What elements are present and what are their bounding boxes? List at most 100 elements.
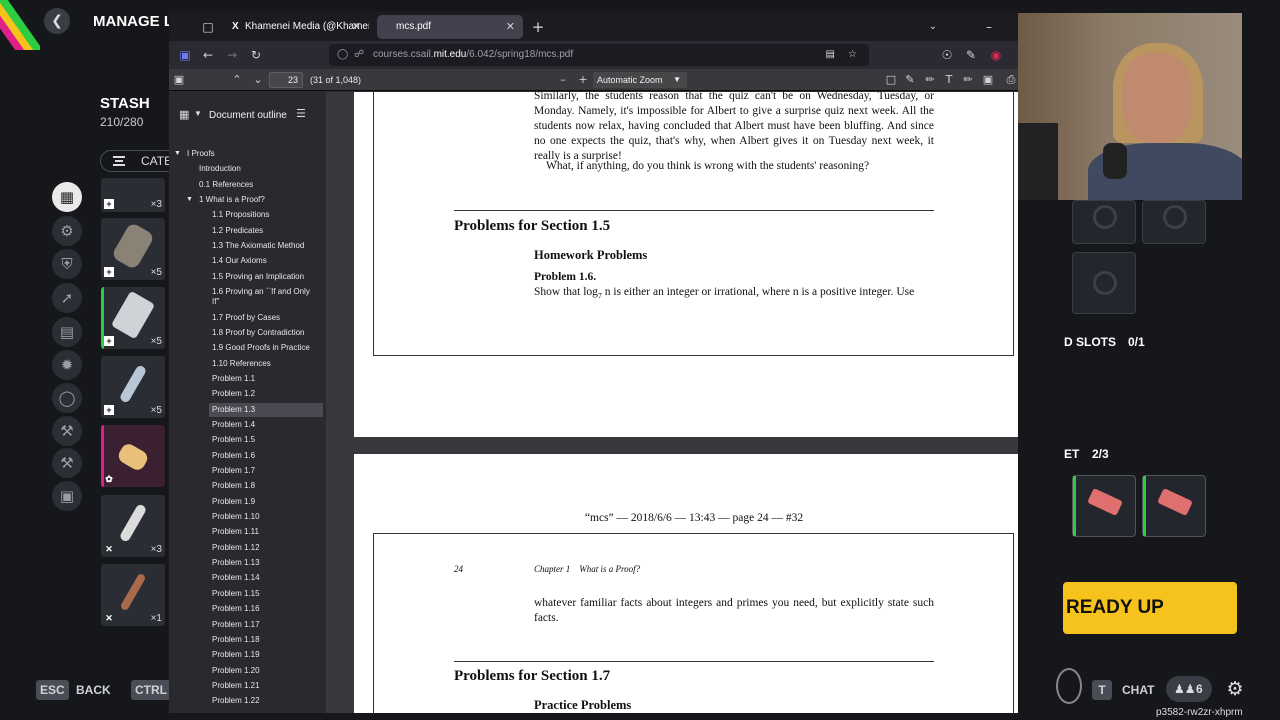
zoom-select[interactable]: Automatic Zoom ▼ — [593, 72, 687, 88]
shield-icon[interactable]: ⛨ — [52, 249, 82, 279]
tab-mcs-pdf[interactable]: mcs.pdf ✕ — [377, 15, 523, 39]
outline-item[interactable]: 1.8 Proof by Contradiction — [209, 326, 323, 340]
print-icon[interactable]: ⎙ — [1002, 69, 1018, 91]
stash-slot[interactable]: + ×5 — [101, 218, 165, 280]
outline-item[interactable]: Problem 1.8 — [209, 479, 323, 493]
outline-item[interactable]: 1.3 The Axiomatic Method — [209, 239, 323, 253]
expand-arrow-icon[interactable]: ▼ — [174, 150, 181, 157]
grid-view-icon[interactable]: ▦ — [179, 108, 189, 121]
toggle-sidebar-icon[interactable]: ▣ — [170, 69, 188, 91]
extensions-icon[interactable]: ✎ — [959, 43, 983, 67]
settings-gear-icon[interactable]: ⚙ — [1222, 676, 1248, 702]
tab-khamenei[interactable]: X Khamenei Media (@Khamenei_ ✕ — [227, 15, 369, 39]
stash-slot[interactable]: ✿ — [101, 425, 165, 487]
outline-item[interactable]: Problem 1.14 — [209, 571, 323, 585]
text-icon[interactable]: T — [940, 69, 958, 91]
close-tab-icon[interactable]: ✕ — [352, 15, 361, 39]
outline-item[interactable]: Problem 1.18 — [209, 633, 323, 647]
outline-item[interactable]: 1 What is a Proof? — [196, 193, 323, 207]
url-bar[interactable]: ◯ ☍ courses.csail.mit.edu/6.042/spring18… — [329, 44, 869, 66]
account-icon[interactable]: ☉ — [935, 43, 959, 67]
party-button[interactable]: ♟♟ 6 — [1166, 676, 1212, 702]
image-icon[interactable]: ▣ — [979, 69, 997, 91]
ublock-icon[interactable]: ◉ — [984, 43, 1008, 67]
outline-item[interactable]: Problem 1.22 — [209, 694, 323, 708]
comment-icon[interactable]: □ — [882, 69, 900, 91]
chevron-down-icon[interactable]: ▼ — [194, 109, 202, 118]
stash-slot[interactable]: ✕ ×3 — [101, 495, 165, 557]
category-filter[interactable]: CATE — [100, 150, 180, 172]
equip-slot[interactable] — [1142, 200, 1206, 244]
stash-slot[interactable]: + ×3 — [101, 178, 165, 212]
filter-icon[interactable]: ☰ — [296, 107, 306, 120]
equip-slot[interactable] — [1142, 475, 1206, 537]
weapon-icon[interactable]: ➚ — [52, 283, 82, 313]
ready-up-button[interactable]: READY UP — [1063, 582, 1237, 634]
outline-item[interactable]: Problem 1.9 — [209, 495, 323, 509]
stash-slot[interactable]: ✕ ×1 — [101, 564, 165, 626]
outline-item[interactable]: Problem 1.16 — [209, 602, 323, 616]
book-icon[interactable]: ▤ — [52, 317, 82, 347]
sidebar-toggle-icon[interactable]: ▣ — [173, 43, 197, 67]
chevron-down-icon[interactable]: ⌄ — [921, 15, 945, 39]
new-tab-icon[interactable]: + — [526, 15, 550, 39]
draw-icon[interactable]: ✏ — [921, 69, 939, 91]
zoom-out-icon[interactable]: – — [554, 69, 572, 91]
tool-icon[interactable]: ⚒ — [52, 416, 82, 446]
next-page-icon[interactable]: ⌄ — [249, 69, 267, 91]
wrench-icon[interactable]: ⚒ — [52, 448, 82, 478]
outline-item[interactable]: Problem 1.20 — [209, 664, 323, 678]
back-button[interactable]: BACK — [76, 683, 111, 697]
ammo-icon[interactable]: ⚙ — [52, 216, 82, 246]
outline-item[interactable]: 1.7 Proof by Cases — [209, 311, 323, 325]
outline-item[interactable]: 1.9 Good Proofs in Practice — [209, 341, 323, 355]
outline-item[interactable]: Problem 1.10 — [209, 510, 323, 524]
outline-item[interactable]: 1.1 Propositions — [209, 208, 323, 222]
ring-icon[interactable]: ◯ — [52, 383, 82, 413]
reader-view-icon[interactable]: ▤ — [826, 44, 835, 66]
outline-item[interactable]: 0.1 References — [196, 178, 323, 192]
box-icon[interactable]: ▣ — [52, 481, 82, 511]
outline-item[interactable]: Problem 1.7 — [209, 464, 323, 478]
outline-item[interactable]: Introduction — [196, 162, 323, 176]
outline-item[interactable]: Problem 1.1 — [209, 372, 323, 386]
outline-item[interactable]: 1.5 Proving an Implication — [209, 270, 323, 284]
zoom-in-icon[interactable]: + — [574, 69, 592, 91]
outline-item[interactable]: Problem 1.15 — [209, 587, 323, 601]
back-icon[interactable]: ← — [196, 43, 220, 67]
reload-icon[interactable]: ↻ — [244, 43, 268, 67]
outline-item[interactable]: Problem 1.19 — [209, 648, 323, 662]
expand-arrow-icon[interactable]: ▼ — [186, 196, 193, 203]
outline-item[interactable]: Problem 1.21 — [209, 679, 323, 693]
previous-page-icon[interactable]: ⌃ — [228, 69, 246, 91]
outline-item[interactable]: 1.10 References — [209, 357, 323, 371]
outline-item[interactable]: Problem 1.12 — [209, 541, 323, 555]
outline-item[interactable]: Problem 1.3 — [209, 402, 323, 417]
equip-slot[interactable] — [1072, 475, 1136, 537]
grid-icon[interactable]: ▦ — [52, 182, 82, 212]
forward-icon[interactable]: → — [220, 43, 244, 67]
outline-item[interactable]: I Proofs — [184, 147, 323, 161]
outline-item[interactable]: 1.6 Proving an ``If and Only — [209, 285, 323, 299]
outline-item[interactable]: Problem 1.6 — [209, 449, 323, 463]
gear-icon[interactable]: ✹ — [52, 350, 82, 380]
stash-slot[interactable]: + ×5 — [101, 356, 165, 418]
page-number-input[interactable]: 23 — [269, 72, 303, 88]
tab-list-icon[interactable]: □ — [196, 15, 220, 39]
outline-item[interactable]: Problem 1.13 — [209, 556, 323, 570]
outline-item[interactable]: Problem 1.17 — [209, 618, 323, 632]
outline-item[interactable]: 1.4 Our Axioms — [209, 254, 323, 268]
bookmark-star-icon[interactable]: ☆ — [848, 44, 857, 66]
outline-item[interactable]: Problem 1.4 — [209, 418, 323, 432]
equip-slot[interactable] — [1072, 252, 1136, 314]
signature-icon[interactable]: ✏ — [959, 69, 977, 91]
outline-item[interactable]: Problem 1.5 — [209, 433, 323, 447]
minimize-icon[interactable]: – — [977, 15, 1001, 39]
outline-item[interactable]: 1.2 Predicates — [209, 224, 323, 238]
back-arrow-icon[interactable]: ❮ — [44, 8, 70, 34]
chat-button[interactable]: CHAT — [1122, 683, 1154, 697]
stash-slot[interactable]: + ×5 — [101, 287, 165, 349]
close-tab-icon[interactable]: ✕ — [506, 15, 515, 39]
outline-item[interactable]: Problem 1.2 — [209, 387, 323, 401]
avatar[interactable] — [1056, 668, 1082, 704]
